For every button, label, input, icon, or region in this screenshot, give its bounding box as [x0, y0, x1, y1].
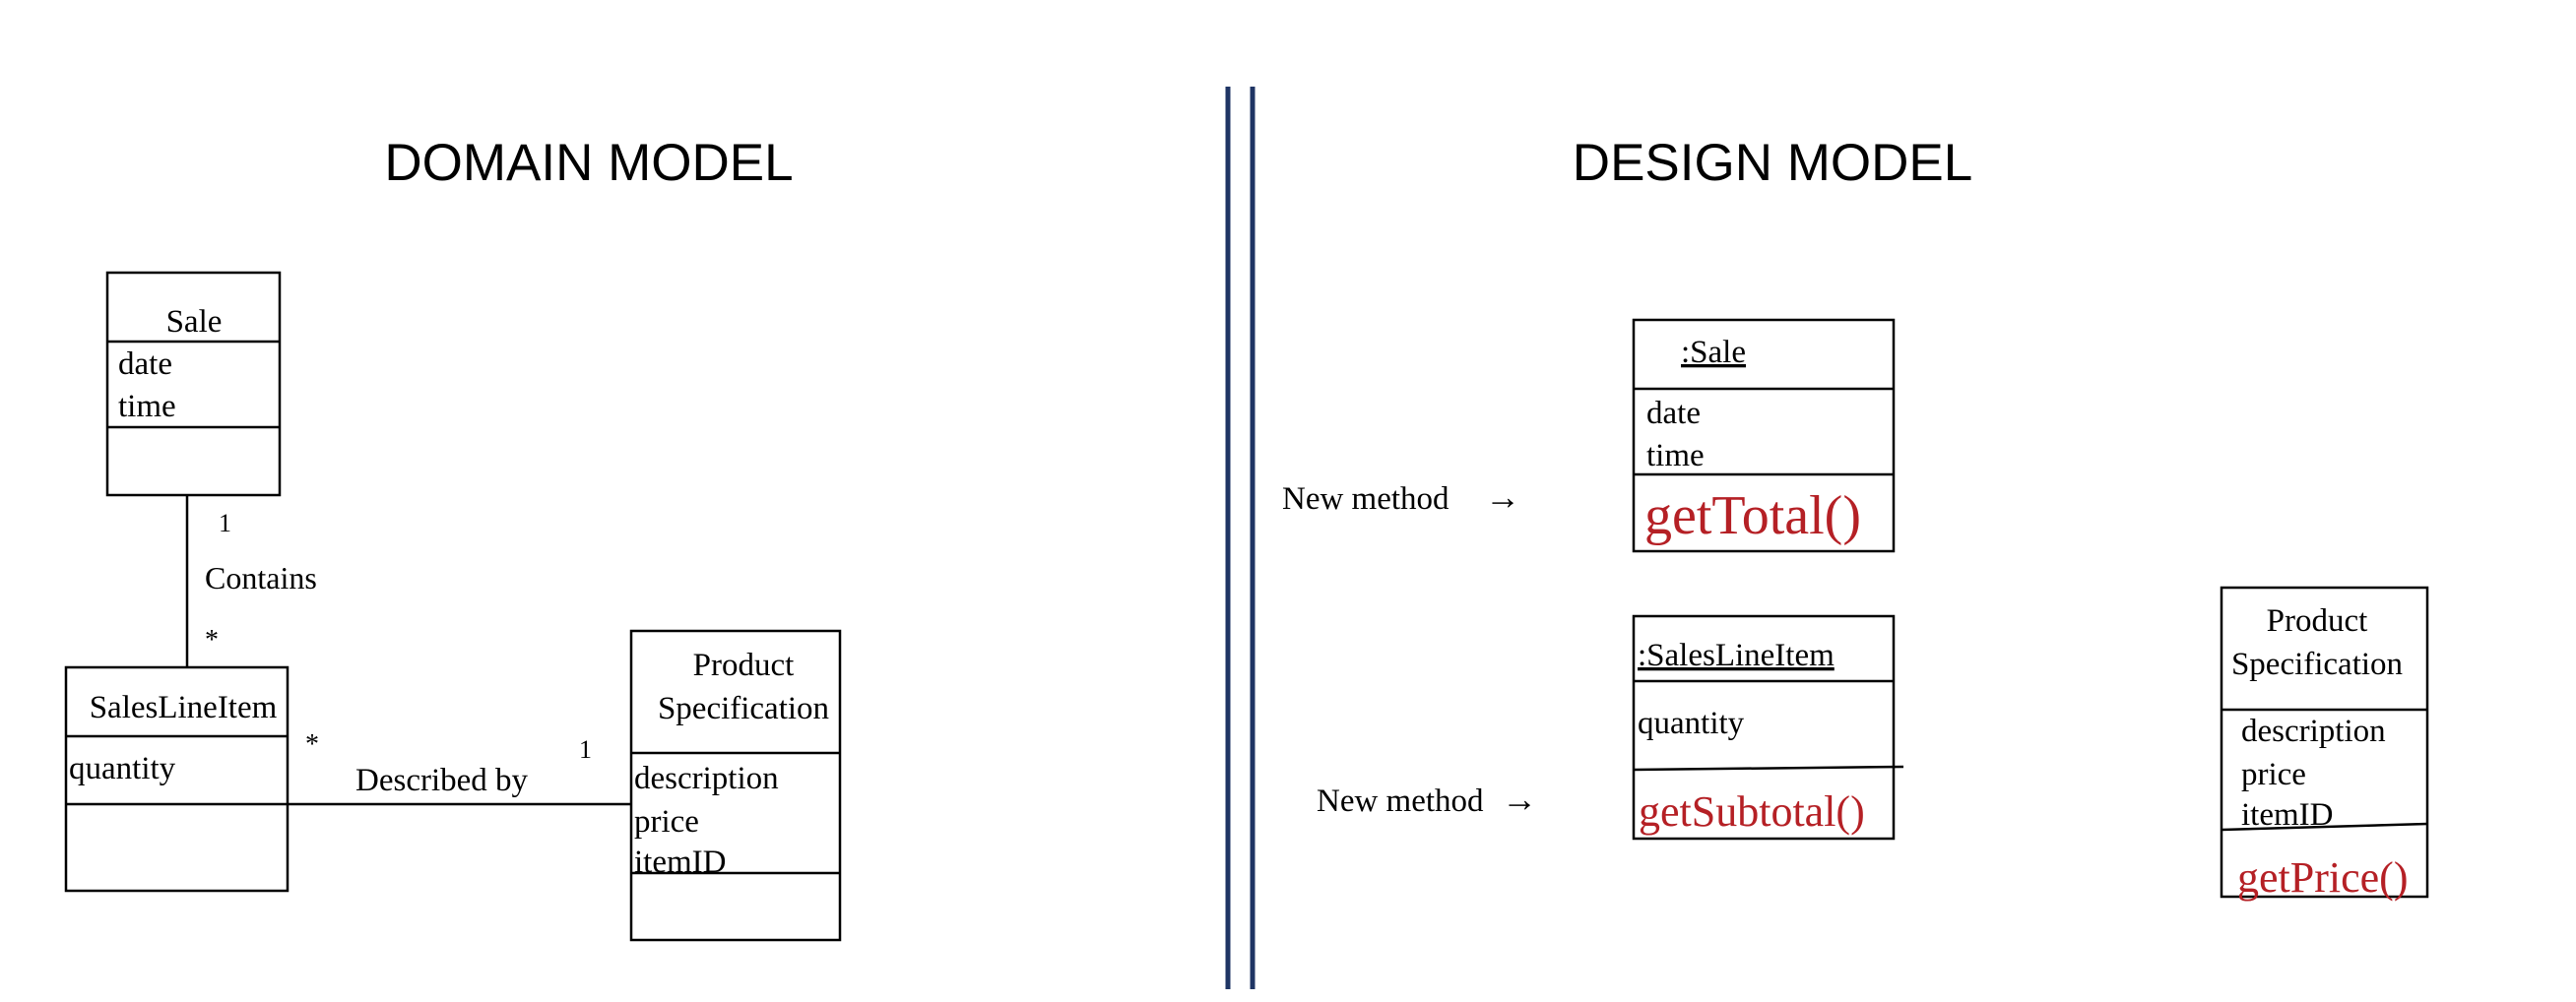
- domain-sale-attr: time: [118, 389, 176, 424]
- domain-product-spec-name: Specification: [658, 691, 829, 726]
- described-by-multiplicity-right: 1: [579, 735, 592, 764]
- contains-multiplicity-top: 1: [219, 509, 231, 537]
- design-product-spec-name: Specification: [2231, 647, 2403, 682]
- design-product-spec-attr: itemID: [2241, 797, 2333, 833]
- design-note-arrow-2: →: [1502, 780, 1537, 819]
- design-product-spec-object[interactable]: Product Specification description price …: [2220, 586, 2429, 902]
- design-sale-attr: time: [1646, 438, 1705, 473]
- contains-label: Contains: [205, 560, 317, 595]
- domain-product-spec-attr: itemID: [634, 845, 726, 880]
- uml-diagram: DOMAIN MODEL Sale date time 1 Contains *…: [64, 87, 2429, 989]
- design-sale-name: :Sale: [1681, 335, 1746, 370]
- design-product-spec-method: getPrice(): [2237, 853, 2408, 902]
- domain-sale-attr: date: [118, 346, 172, 382]
- design-model-title: DESIGN MODEL: [1573, 134, 1972, 192]
- design-product-spec-name: Product: [2267, 603, 2368, 639]
- domain-sale-class[interactable]: Sale date time: [105, 271, 282, 497]
- design-sale-attr: date: [1646, 396, 1701, 431]
- design-note-new-method-2: New method: [1317, 783, 1484, 819]
- design-note-arrow-1: →: [1485, 477, 1520, 517]
- domain-product-spec-attr: price: [634, 804, 699, 840]
- design-saleslineitem-object[interactable]: :SalesLineItem quantity getSubtotal(): [1632, 614, 1904, 841]
- domain-saleslineitem-class[interactable]: SalesLineItem quantity: [64, 665, 290, 893]
- design-note-new-method-1: New method: [1282, 481, 1449, 517]
- design-saleslineitem-method: getSubtotal(): [1639, 787, 1865, 836]
- design-product-spec-attr: description: [2241, 714, 2386, 749]
- domain-sale-name: Sale: [166, 304, 223, 340]
- domain-saleslineitem-attr: quantity: [69, 751, 176, 786]
- design-saleslineitem-divider-2: [1633, 765, 1904, 772]
- contains-multiplicity-bottom: *: [205, 625, 219, 656]
- domain-model-title: DOMAIN MODEL: [384, 134, 793, 192]
- described-by-label: Described by: [355, 763, 529, 798]
- design-sale-object[interactable]: :Sale date time getTotal(): [1632, 318, 1896, 553]
- domain-product-spec-name: Product: [693, 648, 795, 683]
- domain-product-spec-attr: description: [634, 761, 779, 796]
- domain-product-spec-class[interactable]: Product Specification description price …: [629, 629, 842, 942]
- design-saleslineitem-name: :SalesLineItem: [1638, 638, 1835, 673]
- described-by-multiplicity-left: *: [305, 729, 319, 760]
- domain-saleslineitem-name: SalesLineItem: [90, 690, 278, 725]
- design-product-spec-attr: price: [2241, 757, 2306, 792]
- design-saleslineitem-attr: quantity: [1638, 706, 1745, 741]
- design-sale-method: getTotal(): [1644, 485, 1861, 546]
